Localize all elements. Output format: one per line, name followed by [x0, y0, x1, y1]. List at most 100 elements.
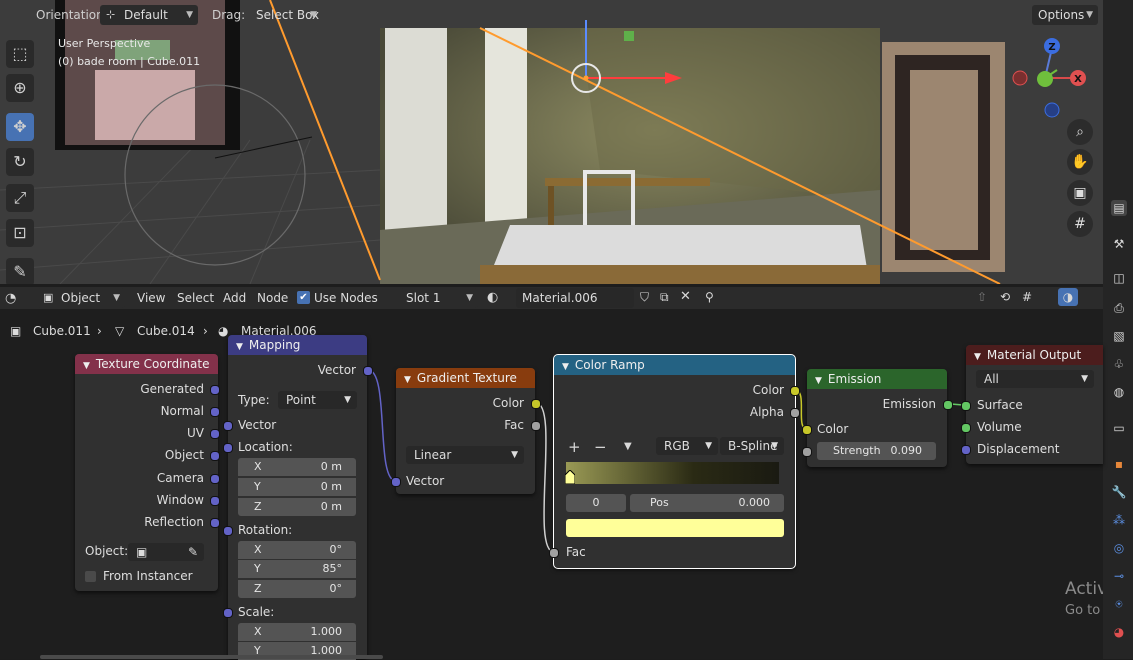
tool-icon[interactable]: ⚒ — [1111, 236, 1127, 252]
slot-dropdown[interactable]: Slot 1 ▼ — [400, 288, 478, 308]
socket-camera[interactable] — [210, 474, 220, 484]
interpolation-dropdown[interactable]: B-Spline ▼ — [720, 437, 784, 455]
socket-output-emission[interactable] — [943, 400, 953, 410]
camera-view-icon[interactable]: ▣ — [1067, 180, 1093, 206]
socket-output-alpha[interactable] — [790, 408, 800, 418]
menu-select[interactable]: Select — [177, 291, 214, 305]
snap-icon[interactable]: ⟲ — [1000, 290, 1010, 304]
mapping-node[interactable]: ▼ Mapping Vector Type: Point ▼ Vector Loc… — [223, 335, 373, 660]
rotation-y-field[interactable]: Y 85° — [238, 560, 356, 578]
socket-input-displacement[interactable] — [961, 445, 971, 455]
3d-viewport[interactable]: Orientation: ⊹ Default ▼ Drag: Select Bo… — [0, 0, 1103, 284]
render-icon[interactable]: ◫ — [1111, 270, 1127, 286]
pin-icon[interactable]: ⚲ — [705, 290, 714, 304]
object-picker-field[interactable]: ▣ ✎ — [128, 543, 204, 561]
from-instancer-checkbox[interactable] — [85, 571, 96, 582]
constraints-icon[interactable]: ⊸ — [1111, 568, 1127, 584]
tool-settings-icon[interactable]: ▤ — [1111, 200, 1127, 216]
node-header[interactable]: ▼ Mapping — [228, 335, 367, 355]
physics-icon[interactable]: ◎ — [1111, 540, 1127, 556]
location-y-field[interactable]: Y 0 m — [238, 478, 356, 496]
gradient-type-dropdown[interactable]: Linear ▼ — [406, 446, 524, 464]
data-icon[interactable]: ⍟ — [1111, 596, 1127, 612]
socket-generated[interactable] — [210, 385, 220, 395]
socket-input-vector[interactable] — [391, 477, 401, 487]
view-layer-icon[interactable]: ▧ — [1111, 328, 1127, 344]
overlays-icon[interactable]: ◑ — [1058, 288, 1078, 306]
eyedropper-icon[interactable]: ✎ — [188, 543, 198, 561]
object-icon[interactable]: ▪ — [1111, 456, 1127, 472]
zoom-icon[interactable]: ⌕ — [1067, 119, 1093, 145]
move-tool-icon[interactable]: ✥ — [6, 113, 34, 141]
drag-dropdown[interactable]: Select Box ▼ — [250, 5, 322, 25]
node-header[interactable]: ▼ Texture Coordinate — [75, 354, 218, 374]
material-browse-icon[interactable]: ◐ — [487, 290, 498, 305]
gradient-texture-node[interactable]: ▼ Gradient Texture Color Fac Linear ▼ Vec… — [391, 368, 541, 494]
unlink-close-icon[interactable]: ✕ — [680, 289, 691, 304]
perspective-grid-icon[interactable]: # — [1067, 211, 1093, 237]
collapse-chevron-icon[interactable]: ▼ — [815, 376, 822, 386]
navigation-gizmo[interactable]: Z X — [1012, 38, 1100, 118]
socket-input-vector[interactable] — [223, 421, 233, 431]
output-icon[interactable]: ⎙ — [1111, 300, 1127, 316]
color-ramp-node[interactable]: ▼ Color Ramp Color Alpha + − ▼ RGB ▼ B-Sp… — [549, 354, 800, 569]
particles-icon[interactable]: ⁂ — [1111, 512, 1127, 528]
socket-input-volume[interactable] — [961, 423, 971, 433]
node-header[interactable]: ▼ Gradient Texture — [396, 368, 535, 388]
duplicate-material-icon[interactable]: ⧉ — [660, 290, 669, 305]
scene-icon[interactable]: ♧ — [1111, 356, 1127, 372]
socket-normal[interactable] — [210, 407, 220, 417]
orientation-dropdown[interactable]: ⊹ Default ▼ — [100, 5, 198, 25]
socket-location[interactable] — [223, 443, 233, 453]
select-box-tool-icon[interactable]: ⬚ — [6, 40, 34, 68]
node-header[interactable]: ▼ Material Output — [966, 345, 1103, 365]
socket-output-color[interactable] — [531, 399, 541, 409]
parent-node-tree-icon[interactable]: ⇧ — [977, 290, 987, 304]
ramp-menu-chevron-icon[interactable]: ▼ — [624, 441, 632, 452]
render-target-dropdown[interactable]: All ▼ — [976, 370, 1094, 388]
node-header[interactable]: ▼ Color Ramp — [554, 355, 795, 375]
socket-input-color[interactable] — [802, 425, 812, 435]
color-stop-handle[interactable] — [564, 469, 576, 485]
socket-output-color[interactable] — [790, 386, 800, 396]
modifier-wrench-icon[interactable]: 🔧 — [1111, 484, 1127, 500]
rotation-x-field[interactable]: X 0° — [238, 541, 356, 559]
menu-view[interactable]: View — [137, 291, 165, 305]
socket-input-strength[interactable] — [802, 447, 812, 457]
rotation-z-field[interactable]: Z 0° — [238, 580, 356, 598]
remove-stop-button[interactable]: − — [594, 438, 607, 456]
material-output-node[interactable]: ▼ Material Output All ▼ Surface Volume Di… — [961, 345, 1103, 464]
color-ramp-bar[interactable] — [566, 462, 779, 484]
socket-reflection[interactable] — [210, 518, 220, 528]
collapse-chevron-icon[interactable]: ▼ — [404, 375, 411, 385]
socket-input-fac[interactable] — [549, 548, 559, 558]
strength-field[interactable]: Strength 0.090 — [817, 442, 936, 460]
socket-object[interactable] — [210, 451, 220, 461]
fake-user-shield-icon[interactable]: ⛉ — [640, 290, 649, 305]
world-icon[interactable]: ◍ — [1111, 384, 1127, 400]
object-type-dropdown[interactable]: ▣ Object ▼ — [37, 288, 125, 308]
node-header[interactable]: ▼ Emission — [807, 369, 947, 389]
socket-rotation[interactable] — [223, 526, 233, 536]
socket-window[interactable] — [210, 496, 220, 506]
socket-scale[interactable] — [223, 608, 233, 618]
collapse-chevron-icon[interactable]: ▼ — [562, 362, 569, 372]
transform-tool-icon[interactable]: ⊡ — [6, 219, 34, 247]
type-dropdown[interactable]: Point ▼ — [278, 391, 357, 409]
editor-type-icon[interactable]: ◔ — [5, 291, 16, 306]
color-mode-dropdown[interactable]: RGB ▼ — [656, 437, 718, 455]
socket-uv[interactable] — [210, 429, 220, 439]
active-stop-index-field[interactable]: 0 — [566, 494, 626, 512]
socket-input-surface[interactable] — [961, 401, 971, 411]
menu-add[interactable]: Add — [223, 291, 246, 305]
socket-output-vector[interactable] — [363, 366, 373, 376]
collapse-chevron-icon[interactable]: ▼ — [236, 342, 243, 352]
emission-node[interactable]: ▼ Emission Emission Color Strength 0.090 — [802, 369, 953, 467]
add-stop-button[interactable]: + — [568, 438, 581, 456]
cursor-tool-icon[interactable]: ⊕ — [6, 74, 34, 102]
annotate-tool-icon[interactable]: ✎ — [6, 258, 34, 284]
location-z-field[interactable]: Z 0 m — [238, 498, 356, 516]
options-dropdown[interactable]: Options ▼ — [1032, 5, 1098, 25]
collection-icon[interactable]: ▭ — [1111, 420, 1127, 436]
material-icon[interactable]: ◕ — [1111, 624, 1127, 640]
